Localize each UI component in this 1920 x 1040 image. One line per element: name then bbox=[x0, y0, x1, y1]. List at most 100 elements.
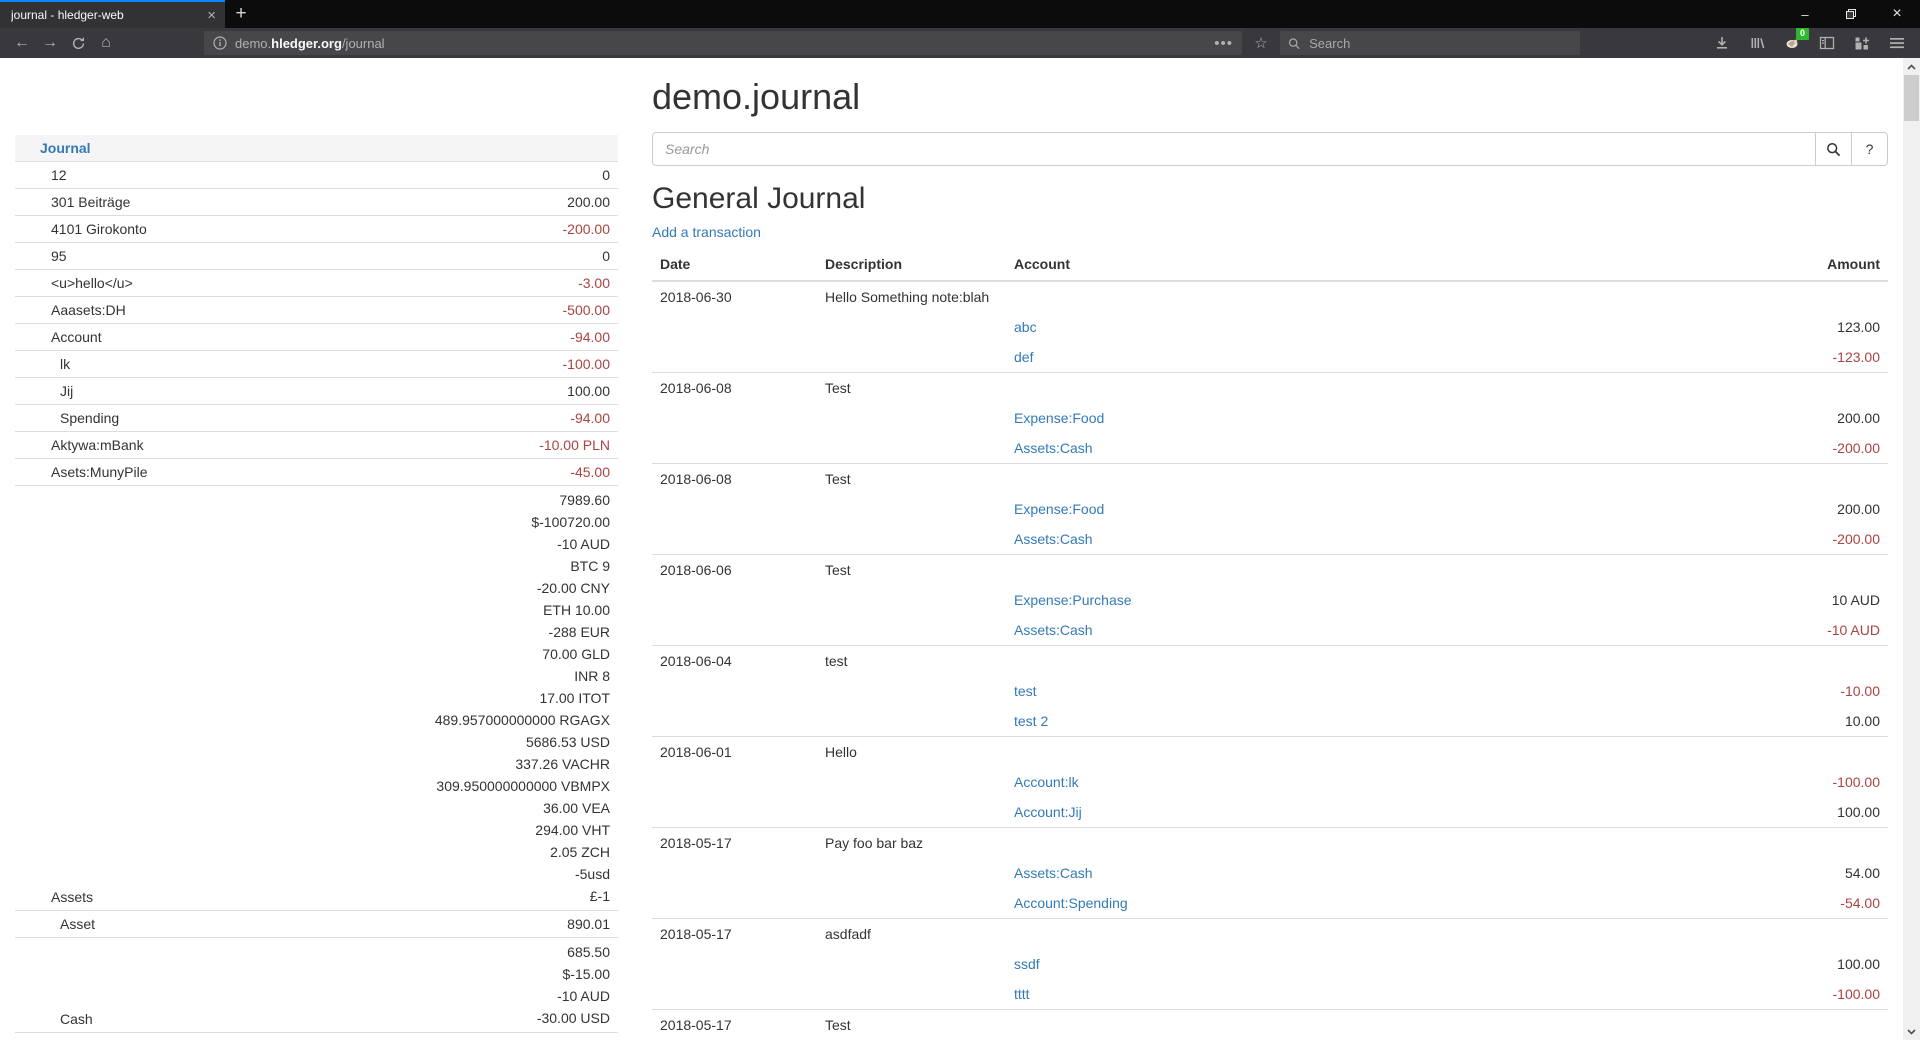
reload-icon bbox=[71, 36, 86, 51]
sidebar-account-link[interactable]: Asets:MunyPile bbox=[51, 464, 147, 480]
sidebar-account-link[interactable]: Aaasets:DH bbox=[51, 302, 126, 318]
sidebar-account-link[interactable]: Cash bbox=[60, 1011, 93, 1027]
tab-close-icon[interactable]: × bbox=[207, 8, 216, 23]
posting-desc-spacer bbox=[817, 494, 1006, 524]
posting-account-link[interactable]: abc bbox=[1014, 319, 1037, 335]
sidebars-button[interactable] bbox=[1812, 30, 1842, 56]
txn-amount-spacer bbox=[1668, 464, 1888, 495]
posting-account-cell: abc bbox=[1006, 312, 1668, 342]
posting-account-link[interactable]: Account:Jij bbox=[1014, 804, 1082, 820]
page-scrollbar[interactable] bbox=[1903, 58, 1920, 1040]
posting-amount: 200.00 bbox=[1668, 494, 1888, 524]
new-tab-button[interactable]: + bbox=[225, 0, 257, 28]
transaction-row: 2018-06-06Test bbox=[652, 555, 1888, 586]
reload-button[interactable] bbox=[64, 30, 92, 56]
posting-account-link[interactable]: Account:lk bbox=[1014, 774, 1079, 790]
txn-date: 2018-05-17 bbox=[652, 828, 817, 859]
posting-account-cell: Expense:Food bbox=[1006, 494, 1668, 524]
posting-row: Assets:Cash-200.00 bbox=[652, 433, 1888, 464]
sidebar-account-link[interactable]: 4101 Girokonto bbox=[51, 221, 147, 237]
customize-button[interactable] bbox=[1847, 30, 1877, 56]
txn-account-spacer bbox=[1006, 281, 1668, 312]
posting-account-link[interactable]: Expense:Food bbox=[1014, 410, 1104, 426]
browser-tab[interactable]: journal - hledger-web × bbox=[0, 0, 225, 28]
sidebar-journal-link[interactable]: Journal bbox=[40, 140, 91, 156]
sidebar-account-link[interactable]: Asset bbox=[60, 916, 95, 932]
balance-amount: 309.950000000000 VBMPX bbox=[278, 775, 610, 797]
posting-date-spacer bbox=[652, 949, 817, 979]
posting-account-cell: Expense:Purchase bbox=[1006, 585, 1668, 615]
forward-button[interactable]: → bbox=[36, 30, 64, 56]
sidebar-account-link[interactable]: <u>hello</u> bbox=[51, 275, 133, 291]
posting-account-link[interactable]: Expense:Purchase bbox=[1014, 592, 1132, 608]
journal-search-input[interactable] bbox=[652, 132, 1816, 166]
url-bar[interactable]: demo.hledger.org/journal ••• bbox=[204, 31, 1242, 55]
posting-account-link[interactable]: Expense:Food bbox=[1014, 501, 1104, 517]
sidebar-account-row: Spending-94.00 bbox=[15, 405, 618, 432]
scroll-down-arrow-icon[interactable] bbox=[1903, 1023, 1920, 1040]
sidebar-account-link[interactable]: Jij bbox=[60, 383, 73, 399]
posting-date-spacer bbox=[652, 858, 817, 888]
posting-account-cell: ssdf bbox=[1006, 949, 1668, 979]
sidebar-account-link[interactable]: Account bbox=[51, 329, 102, 345]
posting-account-link[interactable]: test bbox=[1014, 683, 1037, 699]
header-amount: Amount bbox=[1668, 248, 1888, 281]
home-button[interactable]: ⌂ bbox=[92, 30, 120, 56]
sidebar-account-link[interactable]: 12 bbox=[51, 167, 67, 183]
sidebar-account-cell: Account bbox=[15, 324, 270, 351]
balance-amount: -10 AUD bbox=[278, 985, 610, 1007]
menu-button[interactable] bbox=[1882, 30, 1912, 56]
sidebar-account-balance: 100.00 bbox=[270, 378, 618, 405]
sidebar-account-link[interactable]: Aktywa:mBank bbox=[51, 437, 144, 453]
posting-account-link[interactable]: def bbox=[1014, 349, 1033, 365]
sidebar-account-balance: -94.00 bbox=[270, 324, 618, 351]
posting-desc-spacer bbox=[817, 706, 1006, 737]
posting-account-link[interactable]: Assets:Cash bbox=[1014, 622, 1093, 638]
txn-date: 2018-05-17 bbox=[652, 1010, 817, 1040]
toolbar-search[interactable] bbox=[1280, 31, 1580, 55]
toolbar-search-input[interactable] bbox=[1307, 35, 1572, 52]
sidebar-account-row: Account -94.00 bbox=[15, 324, 618, 351]
posting-account-link[interactable]: Assets:Cash bbox=[1014, 440, 1093, 456]
posting-account-link[interactable]: test 2 bbox=[1014, 713, 1048, 729]
posting-account-link[interactable]: Assets:Cash bbox=[1014, 531, 1093, 547]
posting-date-spacer bbox=[652, 615, 817, 646]
balance-amount: BTC 9 bbox=[278, 555, 610, 577]
journal-search-button[interactable] bbox=[1816, 132, 1852, 166]
window-close-button[interactable]: × bbox=[1874, 0, 1920, 28]
sidebar-account-link[interactable]: Assets bbox=[51, 889, 93, 905]
scrollbar-thumb[interactable] bbox=[1904, 75, 1919, 121]
sidebar-account-balance: 890.01 bbox=[270, 911, 618, 938]
sidebar-account-cell: 12 bbox=[15, 162, 270, 189]
transaction-row: 2018-06-04test bbox=[652, 646, 1888, 677]
scroll-up-arrow-icon[interactable] bbox=[1903, 58, 1920, 75]
sidebar-account-link[interactable]: 301 Beiträge bbox=[51, 194, 130, 210]
search-help-button[interactable]: ? bbox=[1852, 132, 1888, 166]
balance-amount: ETH 10.00 bbox=[278, 599, 610, 621]
page-actions-icon[interactable]: ••• bbox=[1214, 35, 1233, 52]
posting-desc-spacer bbox=[817, 433, 1006, 464]
posting-account-link[interactable]: Assets:Cash bbox=[1014, 865, 1093, 881]
window-restore-button[interactable] bbox=[1828, 0, 1874, 28]
posting-account-link[interactable]: tttt bbox=[1014, 986, 1030, 1002]
window-minimize-button[interactable]: – bbox=[1782, 0, 1828, 28]
sidebar-account-link[interactable]: Spending bbox=[60, 410, 119, 426]
sidebar-account-link[interactable]: 95 bbox=[51, 248, 67, 264]
posting-account-link[interactable]: Account:Spending bbox=[1014, 895, 1128, 911]
posting-row: def -123.00 bbox=[652, 342, 1888, 373]
extension-button[interactable]: 0 bbox=[1777, 30, 1807, 56]
library-button[interactable] bbox=[1742, 30, 1772, 56]
add-transaction-link[interactable]: Add a transaction bbox=[652, 224, 761, 240]
bookmark-star-icon[interactable]: ☆ bbox=[1248, 34, 1274, 52]
sidebar-account-cell: 4101 Girokonto bbox=[15, 216, 270, 243]
register-main: demo.journal ? General Journal Add a tra… bbox=[618, 58, 1903, 1040]
site-info-icon[interactable] bbox=[213, 36, 227, 50]
sidebar-account-link[interactable]: lk bbox=[60, 356, 70, 372]
downloads-button[interactable] bbox=[1707, 30, 1737, 56]
posting-amount: -123.00 bbox=[1668, 342, 1888, 373]
posting-amount: -10.00 bbox=[1668, 676, 1888, 706]
sidebar-account-row: Aktywa:mBank-10.00 PLN bbox=[15, 432, 618, 459]
posting-account-link[interactable]: ssdf bbox=[1014, 956, 1040, 972]
back-button[interactable]: ← bbox=[8, 30, 36, 56]
browser-titlebar: journal - hledger-web × + – × bbox=[0, 0, 1920, 28]
